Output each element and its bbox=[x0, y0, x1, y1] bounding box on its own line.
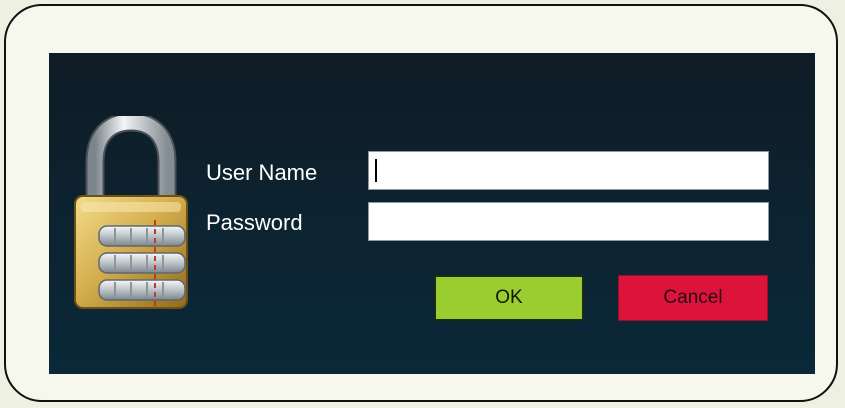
password-label: Password bbox=[206, 210, 303, 235]
cancel-button[interactable]: Cancel bbox=[618, 275, 768, 321]
password-input[interactable] bbox=[368, 202, 769, 241]
ok-button[interactable]: OK bbox=[434, 275, 584, 321]
username-label: User Name bbox=[206, 160, 318, 185]
combination-padlock-icon bbox=[74, 116, 188, 309]
login-dialog: User Name Password OK Cancel bbox=[49, 53, 815, 374]
text-cursor bbox=[375, 159, 377, 182]
rounded-frame: User Name Password OK Cancel bbox=[4, 4, 838, 402]
username-input[interactable] bbox=[368, 151, 769, 190]
